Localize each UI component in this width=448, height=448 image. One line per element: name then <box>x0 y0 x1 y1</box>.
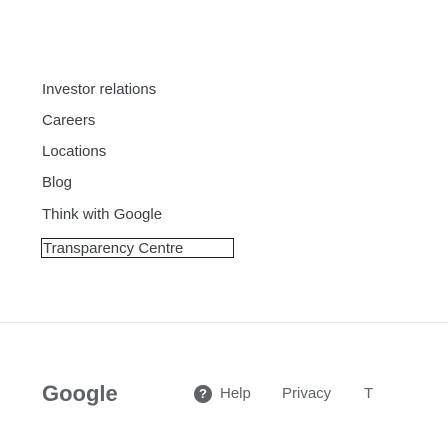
link-transparency-centre[interactable]: Transparency Centre <box>41 238 234 258</box>
page: Investor relations Careers Locations Blo… <box>0 0 448 448</box>
link-locations[interactable]: Locations <box>42 142 106 162</box>
footer-bar: Google ? Help Privacy T <box>0 323 448 448</box>
link-investor-relations[interactable]: Investor relations <box>42 80 156 100</box>
privacy-link[interactable]: Privacy <box>282 384 331 404</box>
help-icon[interactable]: ? <box>194 385 212 403</box>
link-think-with-google[interactable]: Think with Google <box>42 205 162 225</box>
link-blog[interactable]: Blog <box>42 173 72 193</box>
help-link[interactable]: Help <box>220 384 251 404</box>
google-logo[interactable]: Google <box>42 381 118 407</box>
terms-link[interactable]: T <box>364 384 373 404</box>
link-careers[interactable]: Careers <box>42 111 95 131</box>
